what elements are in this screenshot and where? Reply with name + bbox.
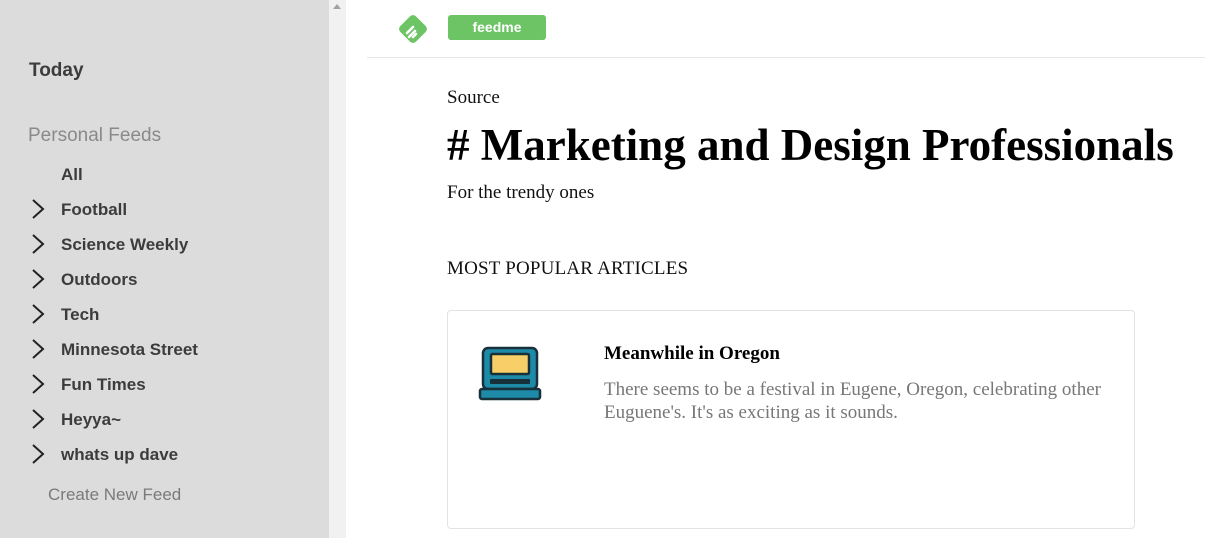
sidebar-item-science-weekly[interactable]: Science Weekly [0,227,329,262]
source-label: Source [447,87,500,108]
sidebar-item-all[interactable]: All [0,157,329,192]
article-card[interactable]: Meanwhile in Oregon There seems to be a … [447,310,1135,529]
create-new-feed-link[interactable]: Create New Feed [48,485,181,505]
sidebar-item-tech[interactable]: Tech [0,297,329,332]
sidebar-item-heyya[interactable]: Heyya~ [0,402,329,437]
main-content: Source # Marketing and Design Profession… [447,0,1205,538]
laptop-icon [478,346,542,401]
sidebar-item-whats-up-dave[interactable]: whats up dave [0,437,329,472]
sidebar-item-label: Science Weekly [61,235,189,254]
chevron-right-icon[interactable] [30,338,46,360]
sidebar-item-label: Fun Times [61,375,146,394]
chevron-right-icon[interactable] [30,373,46,395]
sidebar-scrollbar[interactable] [329,0,346,538]
chevron-right-icon[interactable] [30,443,46,465]
page-subtitle: For the trendy ones [447,182,595,203]
sidebar-item-label: Tech [61,305,100,324]
chevron-right-icon[interactable] [30,198,46,220]
sidebar-item-label: Heyya~ [61,410,122,429]
sidebar-item-label: All [61,165,83,184]
chevron-right-icon[interactable] [30,408,46,430]
chevron-right-icon[interactable] [30,268,46,290]
sidebar-item-label: Outdoors [61,270,138,289]
sidebar-today-link[interactable]: Today [29,60,84,82]
page-title: # Marketing and Design Professionals [447,120,1174,170]
feedly-leaf-logo-icon[interactable] [396,12,430,46]
chevron-right-icon[interactable] [30,303,46,325]
sidebar-item-outdoors[interactable]: Outdoors [0,262,329,297]
sidebar-item-fun-times[interactable]: Fun Times [0,367,329,402]
sidebar: Today Personal Feeds All Football Scienc… [0,0,329,538]
sidebar-section-title: Personal Feeds [28,125,162,146]
article-title[interactable]: Meanwhile in Oregon [604,343,780,365]
scroll-up-arrow-icon[interactable] [333,4,341,9]
sidebar-item-label: Football [61,200,128,219]
sidebar-item-minnesota-street[interactable]: Minnesota Street [0,332,329,367]
most-popular-heading: MOST POPULAR ARTICLES [447,258,689,279]
sidebar-item-label: Minnesota Street [61,340,198,359]
feed-list: All Football Science Weekly Outdoors Tec… [0,157,329,472]
sidebar-item-label: whats up dave [61,445,179,464]
app-window: Today Personal Feeds All Football Scienc… [0,0,1205,538]
sidebar-item-football[interactable]: Football [0,192,329,227]
article-description: There seems to be a festival in Eugene, … [604,379,1101,423]
chevron-right-icon[interactable] [30,233,46,255]
